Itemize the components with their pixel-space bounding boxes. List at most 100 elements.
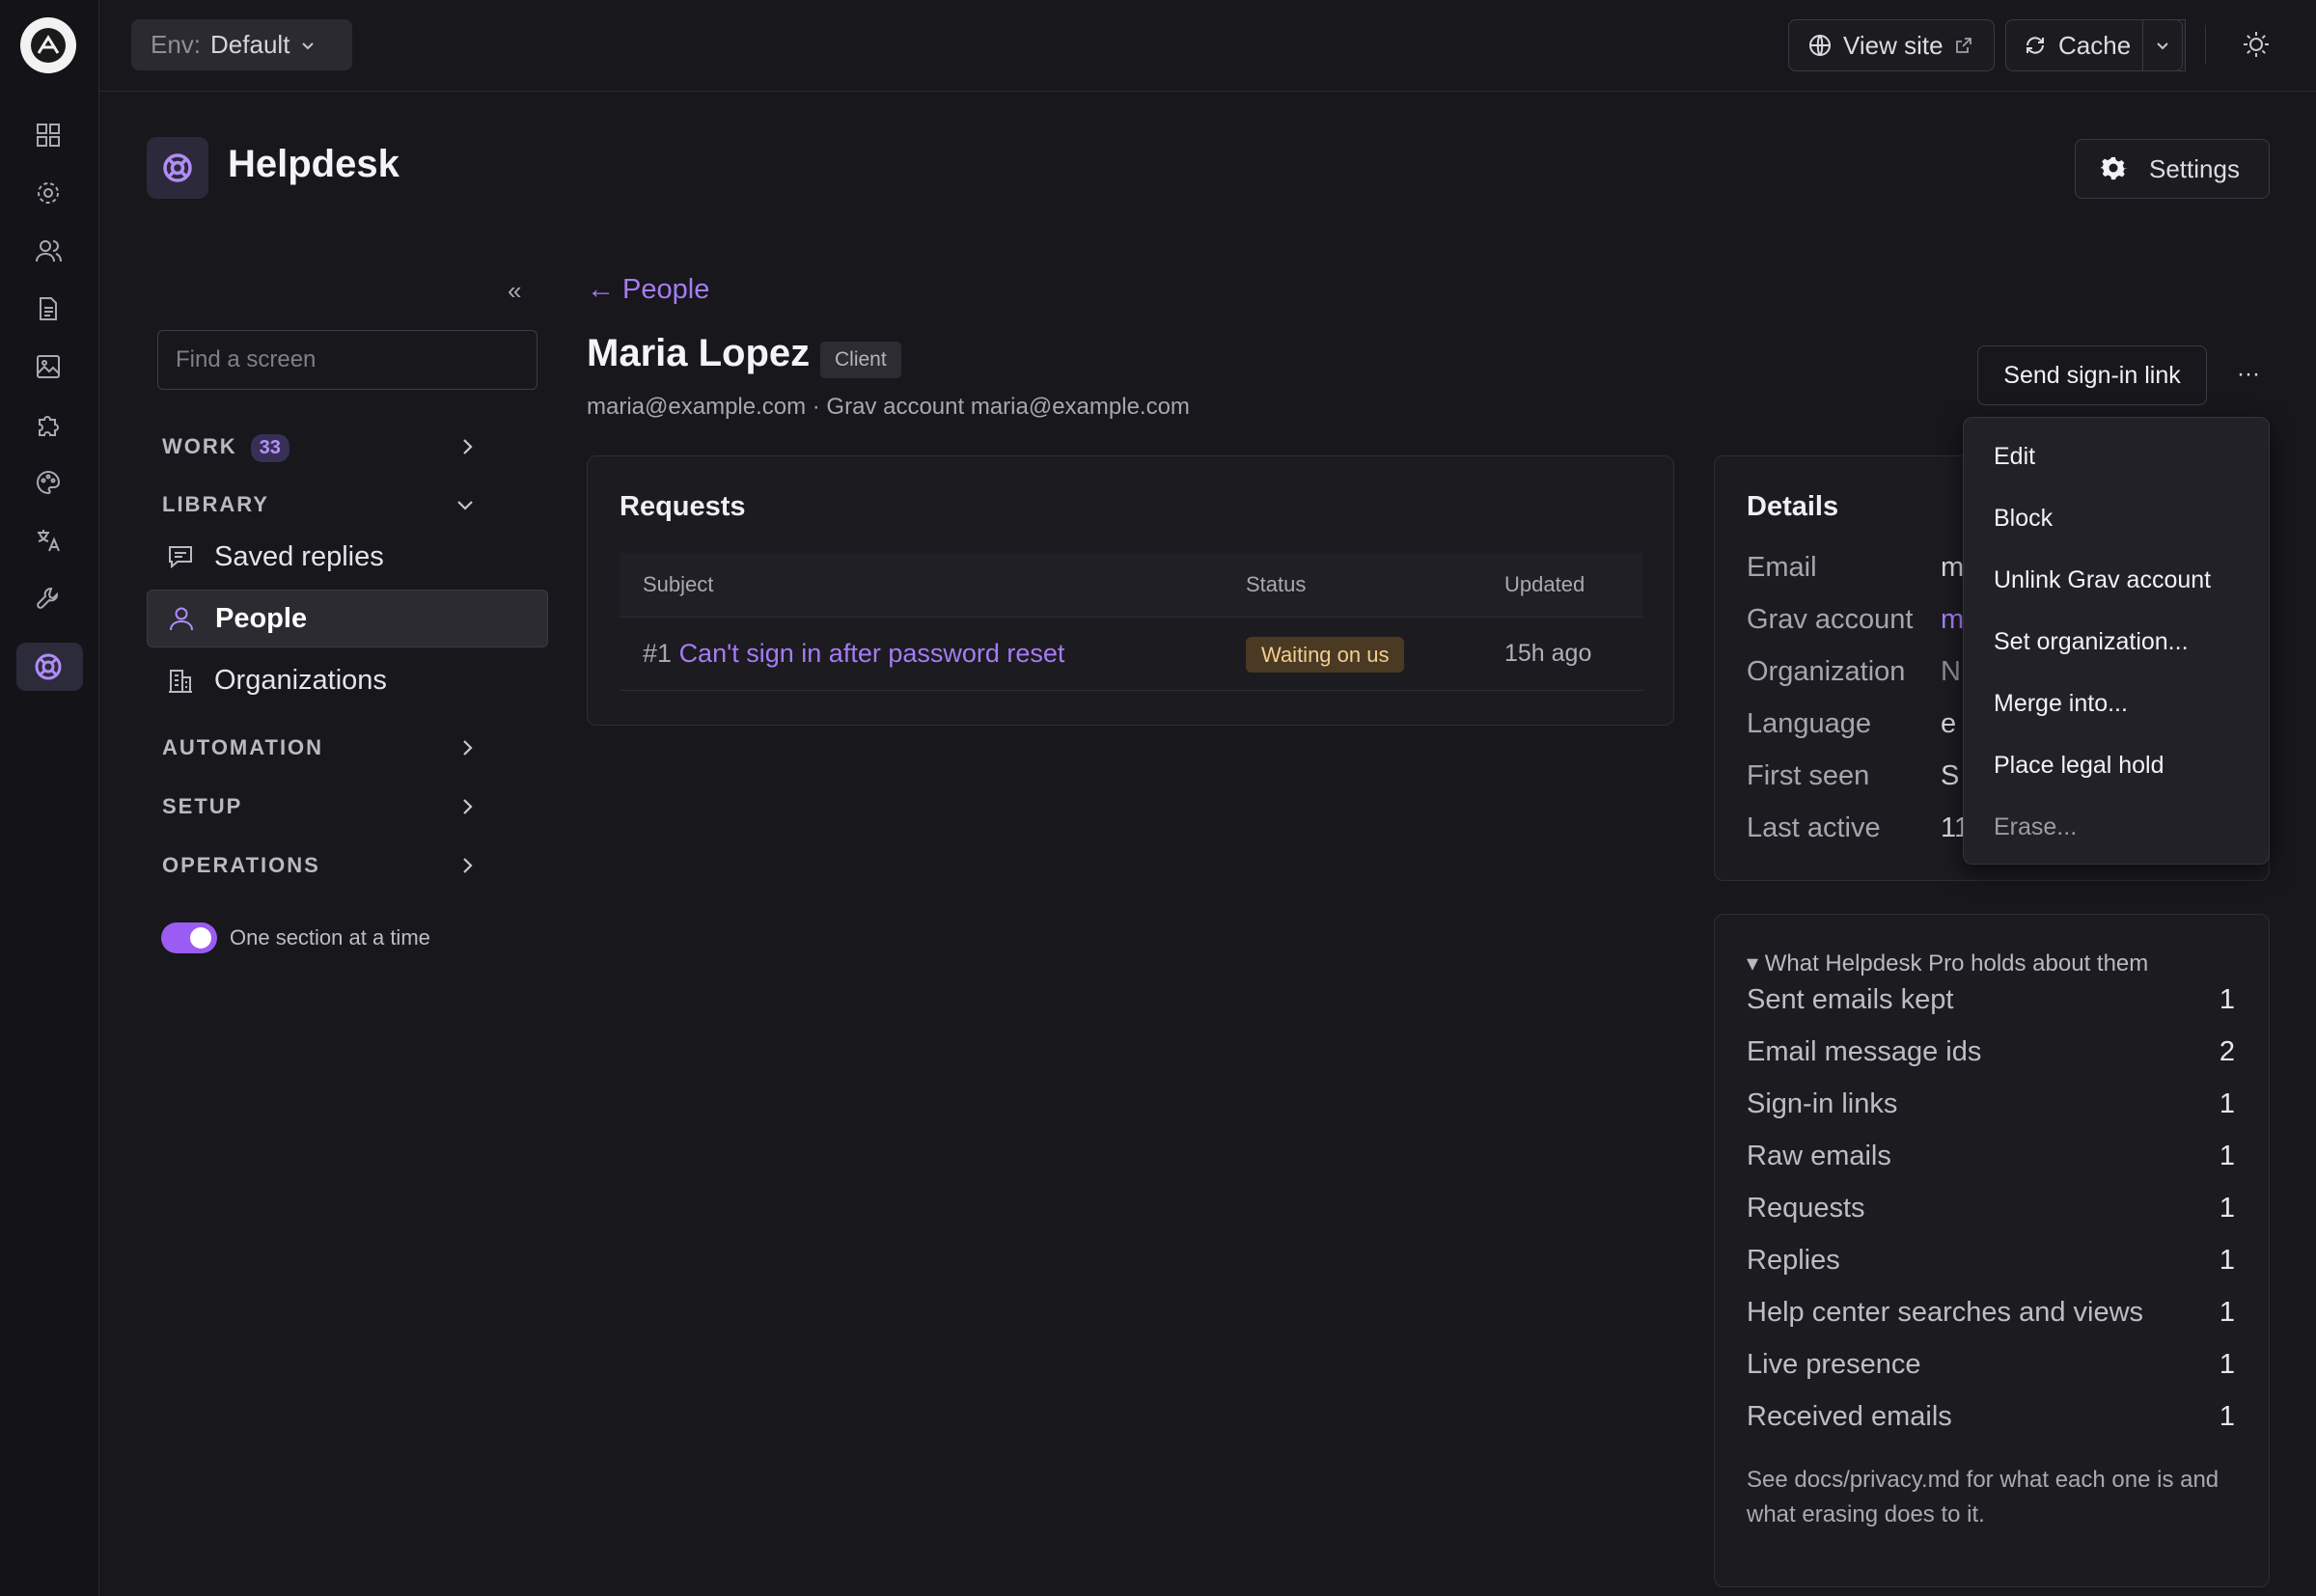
refresh-icon (2026, 37, 2044, 54)
menu-item-place-legal-hold[interactable]: Place legal hold (1994, 752, 2164, 780)
column-updated[interactable]: Updated (1481, 553, 1643, 617)
person-name: Maria Lopez (587, 332, 811, 374)
menu-item-set-organization[interactable]: Set organization... (1994, 628, 2189, 656)
menu-item-erase[interactable]: Erase... (1994, 813, 2077, 841)
chevron-down-icon (302, 41, 315, 49)
detail-value: N (1941, 656, 1961, 687)
chevron-right-icon[interactable] (458, 436, 476, 457)
holdings-summary-toggle[interactable]: ▾ What Helpdesk Pro holds about them (1747, 949, 2148, 977)
detail-value-link[interactable]: m (1941, 604, 1964, 636)
lifebuoy-icon (29, 647, 68, 686)
request-updated: 15h ago (1481, 616, 1643, 691)
column-subject[interactable]: Subject (620, 553, 1223, 617)
detail-value: m (1941, 552, 1965, 583)
lifebuoy-icon (163, 153, 192, 182)
sidebar-item-label: Saved replies (214, 540, 384, 572)
list-item: Sent emails kept 1 (1747, 984, 2235, 1016)
request-subject-link[interactable]: Can't sign in after password reset (679, 639, 1065, 668)
environment-select[interactable]: Env: Default (131, 19, 352, 70)
list-item: Sign-in links 1 (1747, 1088, 2235, 1120)
collapse-sidebar-button[interactable]: « (508, 276, 521, 306)
detail-label: Last active (1747, 812, 1881, 843)
status-badge: Waiting on us (1246, 636, 1405, 673)
list-item: Requests 1 (1747, 1193, 2235, 1225)
document-icon[interactable] (29, 289, 68, 328)
view-site-button[interactable]: View site (1788, 19, 1995, 71)
wrench-icon[interactable] (29, 579, 68, 618)
list-item: Received emails 1 (1747, 1401, 2235, 1433)
holding-label: Requests (1747, 1193, 1865, 1224)
request-id: #1 (643, 638, 673, 668)
table-row[interactable]: #1 Can't sign in after password reset Wa… (620, 616, 1643, 691)
cache-label: Cache (2058, 30, 2132, 60)
menu-item-block[interactable]: Block (1994, 505, 2053, 533)
client-tag: Client (820, 342, 901, 378)
back-to-people-link[interactable]: ← People (587, 274, 709, 306)
toggle-label: One section at a time (230, 925, 430, 949)
dashboard-icon[interactable] (29, 116, 68, 154)
image-icon[interactable] (29, 347, 68, 386)
details-title: Details (1747, 491, 1839, 522)
chevron-down-icon[interactable] (455, 497, 476, 514)
detail-label: First seen (1747, 760, 1870, 791)
left-rail (0, 0, 99, 1596)
one-section-toggle[interactable] (161, 922, 217, 953)
section-setup-label[interactable]: SETUP (162, 794, 242, 819)
gear-icon[interactable] (29, 174, 68, 212)
sidebar-item-organizations[interactable]: Organizations (147, 652, 548, 708)
holding-count: 1 (2219, 1349, 2235, 1380)
holding-count: 1 (2219, 984, 2235, 1015)
section-work[interactable]: WORK 33 (162, 434, 290, 462)
holding-label: Live presence (1747, 1349, 1921, 1380)
env-value: Default (210, 30, 290, 59)
palette-icon[interactable] (29, 463, 68, 502)
building-icon (169, 670, 192, 693)
holding-count: 1 (2219, 1245, 2235, 1276)
menu-item-merge-into[interactable]: Merge into... (1994, 690, 2128, 718)
privacy-footnote: See docs/privacy.md for what each one is… (1747, 1467, 2220, 1527)
more-actions-button[interactable]: ··· (2229, 355, 2268, 394)
sun-icon (2244, 32, 2269, 57)
sidebar-item-saved-replies[interactable]: Saved replies (147, 529, 548, 585)
chat-bubble-icon (169, 546, 192, 569)
menu-item-unlink-grav-account[interactable]: Unlink Grav account (1994, 566, 2211, 594)
holding-count: 2 (2219, 1036, 2235, 1067)
detail-label: Grav account (1747, 604, 1914, 635)
chevron-right-icon[interactable] (458, 796, 476, 817)
puzzle-icon[interactable] (29, 405, 68, 444)
screen-search-input[interactable]: Find a screen (157, 330, 538, 390)
work-count-badge: 33 (250, 434, 290, 462)
settings-button[interactable]: Settings (2075, 139, 2270, 199)
grav-logo[interactable] (20, 17, 76, 73)
requests-card: Requests Subject Status Updated #1 Can't… (587, 455, 1674, 726)
view-site-label: View site (1843, 30, 1944, 60)
list-item: Email message ids 2 (1747, 1036, 2235, 1068)
chevron-right-icon[interactable] (458, 855, 476, 876)
list-item: Raw emails 1 (1747, 1141, 2235, 1172)
holding-label: Sign-in links (1747, 1088, 1898, 1119)
menu-item-edit[interactable]: Edit (1994, 443, 2035, 471)
requests-table: Subject Status Updated #1 Can't sign in … (620, 553, 1643, 691)
holding-label: Sent emails kept (1747, 984, 1954, 1015)
detail-label: Organization (1747, 656, 1906, 687)
translate-icon[interactable] (29, 521, 68, 560)
page-title: Helpdesk (228, 143, 400, 185)
cache-dropdown-button[interactable] (2142, 19, 2183, 71)
detail-value: e (1941, 708, 1957, 739)
section-library-label[interactable]: LIBRARY (162, 492, 269, 517)
section-operations-label[interactable]: OPERATIONS (162, 853, 320, 878)
holding-count: 1 (2219, 1193, 2235, 1224)
astronaut-icon (31, 28, 66, 63)
send-sign-in-link-button[interactable]: Send sign-in link (1977, 345, 2207, 405)
section-automation-label[interactable]: AUTOMATION (162, 735, 323, 760)
users-icon[interactable] (29, 232, 68, 270)
list-item: Replies 1 (1747, 1245, 2235, 1277)
gear-icon (2101, 156, 2128, 180)
column-status[interactable]: Status (1223, 553, 1481, 617)
sidebar-item-label: Organizations (214, 664, 387, 696)
person-icon (170, 607, 193, 631)
theme-toggle-button[interactable] (2241, 29, 2272, 60)
list-item: Help center searches and views 1 (1747, 1297, 2235, 1329)
chevron-right-icon[interactable] (458, 737, 476, 758)
sidebar-item-people[interactable]: People (147, 590, 548, 647)
